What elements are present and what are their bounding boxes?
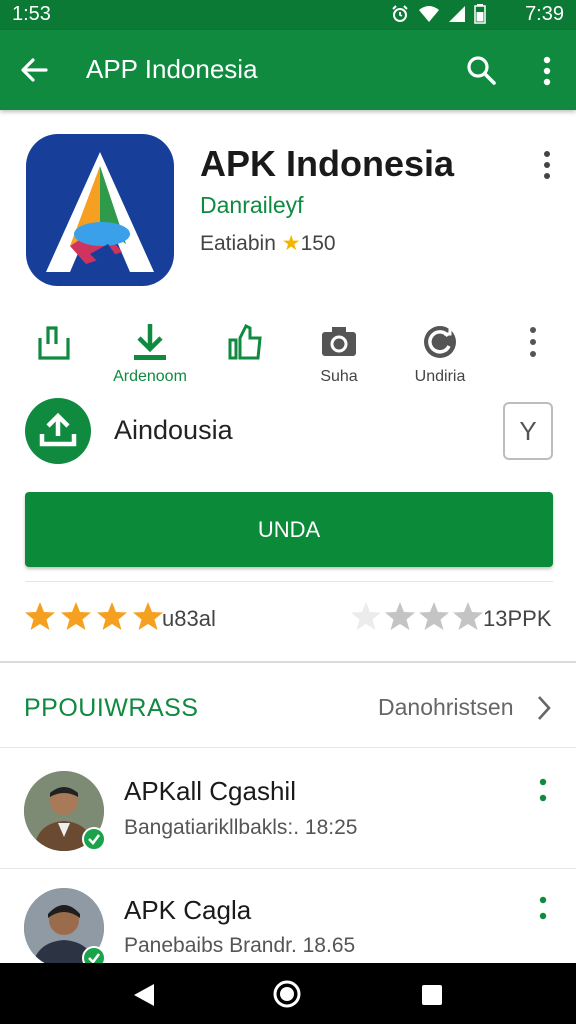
verified-badge-icon xyxy=(82,827,106,851)
signal-icon xyxy=(449,6,465,22)
back-arrow-icon[interactable] xyxy=(18,54,50,86)
rating-left-text: u83al xyxy=(162,606,216,631)
rating-stars-right xyxy=(350,600,484,636)
camera-icon xyxy=(322,327,356,356)
star-icon xyxy=(419,602,449,630)
divider xyxy=(0,661,576,663)
action-refresh-label: Undiria xyxy=(414,368,466,385)
thumbs-up-icon xyxy=(228,323,262,360)
review-author: APKall Cgashil xyxy=(124,776,296,806)
app-logo-icon xyxy=(46,152,154,272)
refresh-icon xyxy=(424,326,456,358)
star-icon xyxy=(385,602,415,630)
status-time-right: 7:39 xyxy=(525,3,564,25)
action-more[interactable] xyxy=(522,322,544,368)
status-icons xyxy=(390,4,486,24)
review-menu-icon[interactable] xyxy=(535,776,551,808)
section-title: PPOUIWRASS xyxy=(24,694,199,722)
share-icon xyxy=(38,326,70,360)
divider xyxy=(0,747,576,748)
install-icon-circle[interactable] xyxy=(25,398,91,464)
chevron-right-icon[interactable] xyxy=(535,694,553,722)
wifi-icon xyxy=(419,6,439,22)
rating-label: Eatiabin xyxy=(200,232,276,255)
divider xyxy=(0,868,576,869)
rating-right-text: 13PPK xyxy=(483,606,552,631)
star-icon xyxy=(453,602,483,630)
star-icon xyxy=(133,602,163,630)
search-icon[interactable] xyxy=(464,53,498,87)
review-menu-icon[interactable] xyxy=(535,894,551,926)
review-meta: Bangatiarikllbakls:. 18:25 xyxy=(124,816,358,839)
review-author: APK Cagla xyxy=(124,895,252,925)
toolbar-title: APP Indonesia xyxy=(86,54,258,84)
alarm-icon xyxy=(392,5,408,22)
star-icon xyxy=(25,602,55,630)
side-action-button[interactable]: Y xyxy=(503,402,553,460)
divider xyxy=(25,581,553,582)
action-camera[interactable]: Suha xyxy=(310,322,368,386)
star-icon xyxy=(61,602,91,630)
nav-recents-icon[interactable] xyxy=(422,985,442,1005)
status-bar: 1:53 7:39 xyxy=(0,0,576,30)
status-time-left: 1:53 xyxy=(12,3,51,25)
upload-icon xyxy=(39,412,77,447)
install-title: Aindousia xyxy=(114,415,233,445)
action-refresh[interactable]: Undiria xyxy=(406,322,474,386)
battery-icon xyxy=(474,4,486,24)
action-camera-label: Suha xyxy=(320,368,358,385)
app-icon xyxy=(26,134,174,286)
app-overflow-menu-icon[interactable] xyxy=(536,148,558,182)
app-rating-line: Eatiabin ★150 xyxy=(200,231,336,256)
action-like[interactable] xyxy=(226,322,266,368)
app-name: APK Indonesia xyxy=(200,143,455,184)
review-meta: Panebaibs Brandr. 18.65 xyxy=(124,934,356,957)
nav-back-icon[interactable] xyxy=(132,983,156,1007)
rating-stars-left xyxy=(24,600,164,636)
download-icon xyxy=(134,324,166,360)
system-navigation-bar xyxy=(0,963,576,1024)
section-link[interactable]: Danohristsen xyxy=(378,694,514,721)
star-icon xyxy=(97,602,127,630)
app-detail-screen: 1:53 7:39 APP Indonesia APK Indonesia Da… xyxy=(0,0,576,1024)
rating-value: 150 xyxy=(300,232,336,255)
nav-home-icon[interactable] xyxy=(272,979,302,1009)
primary-action-button[interactable]: UNDA xyxy=(25,492,553,567)
action-share[interactable] xyxy=(34,322,74,368)
star-icon xyxy=(351,602,381,630)
action-download-label: Ardenoom xyxy=(113,368,187,385)
star-icon: ★ xyxy=(281,232,301,255)
more-vert-icon xyxy=(530,327,536,357)
action-download[interactable]: Ardenoom xyxy=(102,322,198,386)
more-vert-icon[interactable] xyxy=(532,54,562,88)
top-app-bar: APP Indonesia xyxy=(0,30,576,110)
developer-name[interactable]: Danraileyf xyxy=(200,192,304,219)
